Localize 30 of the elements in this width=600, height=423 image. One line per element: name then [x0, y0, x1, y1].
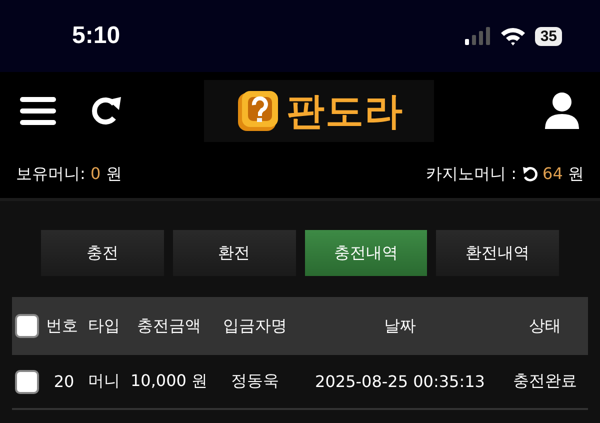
refresh-icon[interactable] — [522, 166, 538, 182]
table-cell-text: 정동욱 — [230, 371, 280, 392]
refresh-icon[interactable] — [90, 96, 122, 126]
casino-money-label: 카지노머니 : — [426, 164, 517, 184]
tab[interactable]: 환전내역 — [436, 230, 559, 276]
table-cell-text: 10,000 원 — [129, 371, 209, 392]
wifi-icon — [500, 26, 526, 46]
holding-money-text: 보유머니: 0 원 — [16, 164, 122, 184]
column-header: 날짜 — [383, 316, 417, 336]
column-header: 타입 — [87, 316, 121, 336]
table-cell-text: 충전완료 — [512, 371, 578, 392]
battery-level: 35 — [535, 26, 562, 46]
tab[interactable]: 충전내역 — [304, 230, 428, 276]
column-header: 충전금액 — [136, 316, 202, 336]
table-cell-text: 20 — [52, 372, 76, 391]
checkbox[interactable] — [15, 314, 39, 338]
clock-time: 5:10 — [72, 22, 120, 50]
menu-icon[interactable] — [20, 96, 56, 126]
checkbox[interactable] — [15, 370, 39, 394]
tab[interactable]: 환전 — [172, 230, 296, 276]
logo-text: 판도라 — [286, 88, 404, 134]
column-header: 상태 — [528, 316, 562, 336]
signal-icon — [465, 27, 492, 45]
table-cell-text: 2025-08-25 00:35:13 — [314, 372, 486, 391]
table-cell-text: 머니 — [87, 371, 121, 392]
column-header: 입금자명 — [222, 316, 288, 336]
tab[interactable]: 충전 — [41, 230, 164, 276]
casino-money-value: 64 원 — [542, 164, 584, 184]
column-header: 번호 — [45, 316, 79, 336]
user-icon[interactable] — [544, 92, 580, 130]
